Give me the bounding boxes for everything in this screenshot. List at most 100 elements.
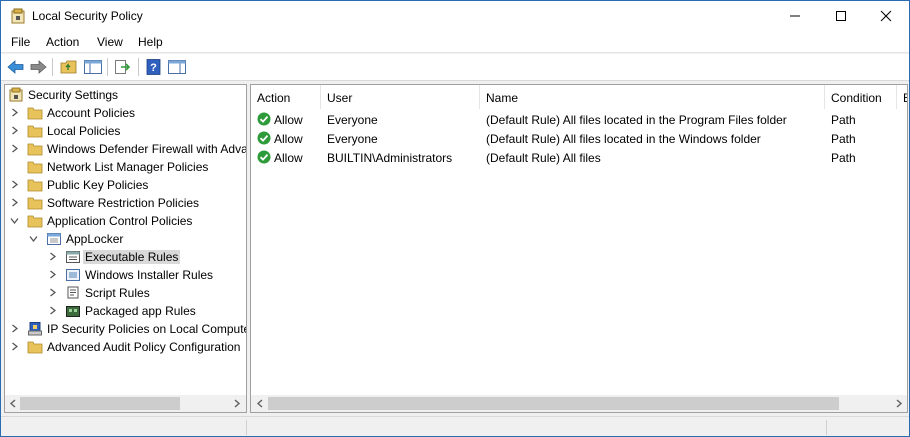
security-settings-icon (9, 87, 23, 102)
tree-item-network-list-manager-policies[interactable]: Network List Manager Policies (5, 158, 246, 176)
scroll-right-icon[interactable] (233, 399, 241, 408)
tree-label: Account Policies (47, 106, 136, 120)
tree-item-advanced-audit-policy-configuration[interactable]: Advanced Audit Policy Configuration (5, 338, 246, 356)
title-bar[interactable]: Local Security Policy (1, 1, 909, 31)
tree-item-software-restriction-policies[interactable]: Software Restriction Policies (5, 194, 246, 212)
chevron-down-icon[interactable] (10, 216, 19, 225)
folder-icon (27, 215, 43, 228)
tree-horizontal-scrollbar[interactable] (5, 395, 246, 412)
rule-row[interactable]: Allow Everyone (Default Rule) All files lo… (251, 110, 907, 129)
rule-action: Allow (274, 113, 303, 127)
menu-view[interactable]: View (97, 35, 123, 49)
svg-text:?: ? (150, 62, 157, 74)
tree-item-public-key-policies[interactable]: Public Key Policies (5, 176, 246, 194)
chevron-right-icon[interactable] (48, 306, 57, 315)
rule-name: (Default Rule) All files located in the … (486, 132, 761, 146)
folder-icon (27, 107, 43, 120)
minimize-icon (790, 15, 800, 17)
tree-label: Script Rules (85, 286, 150, 300)
close-button[interactable] (863, 1, 909, 31)
toolbar: ? (1, 54, 909, 81)
maximize-icon (836, 11, 846, 21)
ip-security-icon (28, 322, 42, 336)
tree-item-windows-installer-rules[interactable]: Windows Installer Rules (5, 266, 246, 284)
menu-file[interactable]: File (11, 35, 30, 49)
minimize-button[interactable] (772, 1, 818, 31)
column-header-exceptions[interactable]: E: (897, 85, 907, 109)
folder-icon (27, 125, 43, 138)
chevron-right-icon[interactable] (10, 108, 19, 117)
show-hide-tree-icon[interactable] (83, 58, 103, 76)
scroll-right-icon[interactable] (895, 399, 903, 408)
rule-condition: Path (831, 151, 856, 165)
chevron-down-icon[interactable] (29, 234, 38, 243)
folder-icon (27, 179, 43, 192)
applocker-icon (47, 233, 61, 245)
rule-name: (Default Rule) All files located in the … (486, 113, 787, 127)
rule-condition: Path (831, 132, 856, 146)
rule-user: BUILTIN\Administrators (327, 151, 453, 165)
list-horizontal-scrollbar[interactable] (251, 395, 907, 412)
toolbar-separator (52, 58, 53, 76)
column-header-condition[interactable]: Condition (825, 85, 897, 109)
chevron-right-icon[interactable] (10, 342, 19, 351)
rules-list-pane[interactable]: Action User Name Condition E: Allow Every… (250, 84, 908, 413)
chevron-right-icon[interactable] (10, 324, 19, 333)
chevron-right-icon[interactable] (10, 144, 19, 153)
export-list-icon[interactable] (113, 58, 133, 76)
forward-icon[interactable] (28, 58, 48, 76)
rule-action: Allow (274, 132, 303, 146)
column-header-user[interactable]: User (321, 85, 480, 109)
chevron-right-icon[interactable] (48, 252, 57, 261)
maximize-button[interactable] (818, 1, 864, 31)
up-folder-icon[interactable] (59, 58, 79, 76)
installer-rules-icon (66, 269, 80, 281)
menu-action[interactable]: Action (46, 35, 79, 49)
tree-label: Windows Installer Rules (85, 268, 214, 282)
status-segment (1, 420, 247, 435)
rule-row[interactable]: Allow BUILTIN\Administrators (Default Rule… (251, 148, 907, 167)
chevron-right-icon[interactable] (10, 126, 19, 135)
tree-label: Public Key Policies (47, 178, 149, 192)
tree-item-application-control-policies[interactable]: Application Control Policies (5, 212, 246, 230)
script-rules-icon (67, 286, 79, 299)
tree-item-executable-rules[interactable]: Executable Rules (5, 248, 246, 266)
tree-label: Network List Manager Policies (47, 160, 209, 174)
rule-user: Everyone (327, 132, 378, 146)
status-bar (1, 416, 909, 436)
scroll-thumb[interactable] (20, 397, 180, 410)
tree-root[interactable]: Security Settings (5, 86, 246, 104)
executable-rules-icon (66, 251, 80, 263)
scroll-left-icon[interactable] (9, 399, 17, 408)
chevron-right-icon[interactable] (10, 180, 19, 189)
tree-item-packaged-app-rules[interactable]: Packaged app Rules (5, 302, 246, 320)
chevron-right-icon[interactable] (48, 270, 57, 279)
rule-user: Everyone (327, 113, 378, 127)
back-icon[interactable] (6, 58, 26, 76)
rule-action: Allow (274, 151, 303, 165)
rule-row[interactable]: Allow Everyone (Default Rule) All files lo… (251, 129, 907, 148)
folder-icon (27, 197, 43, 210)
column-header-name[interactable]: Name (480, 85, 825, 109)
tree-item-windows-defender-firewall-with-adva[interactable]: Windows Defender Firewall with Adva (5, 140, 246, 158)
menu-bar: File Action View Help (1, 31, 909, 53)
tree-pane[interactable]: Security Settings Account Policies Local … (4, 84, 247, 413)
action-pane-icon[interactable] (167, 58, 187, 76)
folder-icon (27, 341, 43, 354)
tree-item-account-policies[interactable]: Account Policies (5, 104, 246, 122)
help-icon[interactable]: ? (144, 58, 164, 76)
scroll-thumb[interactable] (268, 397, 839, 410)
scroll-left-icon[interactable] (256, 399, 264, 408)
app-window: Local Security Policy File Action View H… (0, 0, 910, 437)
tree-label: Packaged app Rules (85, 304, 196, 318)
chevron-right-icon[interactable] (48, 288, 57, 297)
tree-item-ip-security-policies-on-local-compute[interactable]: IP Security Policies on Local Compute (5, 320, 246, 338)
column-header-action[interactable]: Action (251, 85, 321, 109)
chevron-right-icon[interactable] (10, 198, 19, 207)
tree-item-local-policies[interactable]: Local Policies (5, 122, 246, 140)
local-security-policy-icon (11, 8, 25, 24)
tree-item-script-rules[interactable]: Script Rules (5, 284, 246, 302)
tree-label: Security Settings (28, 88, 119, 102)
menu-help[interactable]: Help (138, 35, 163, 49)
tree-item-applocker[interactable]: AppLocker (5, 230, 246, 248)
